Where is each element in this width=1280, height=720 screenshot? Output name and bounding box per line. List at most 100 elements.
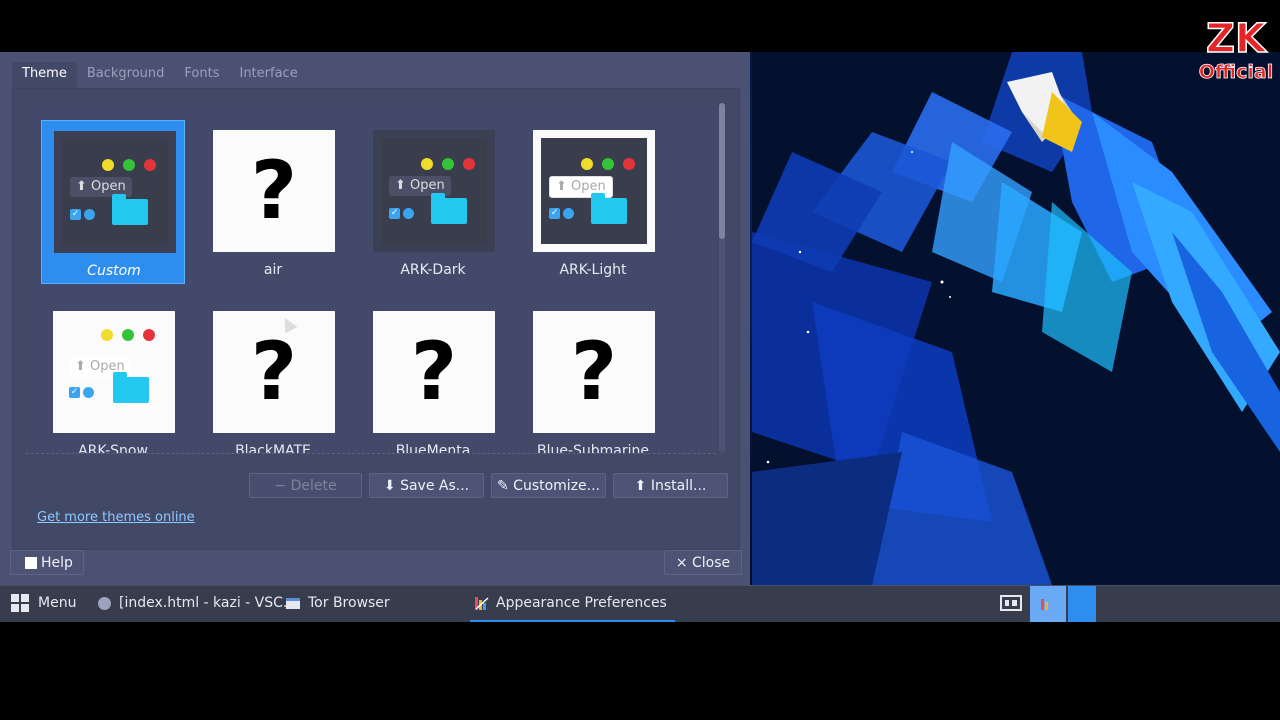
delete-button[interactable]: − Delete (249, 473, 362, 498)
unknown-preview-icon: ? (250, 325, 298, 418)
svg-text:ZK: ZK (1206, 16, 1268, 62)
close-label: Close (692, 555, 731, 571)
tab-background[interactable]: Background (77, 62, 175, 88)
open-label: Open (410, 178, 445, 193)
theme-item-ark-light[interactable]: ⬆ Open ✓ ARK-Light (521, 120, 665, 284)
appearance-preferences-window: Theme Background Fonts Interface ⬆ Open … (0, 52, 750, 585)
help-icon (25, 557, 37, 569)
red-dot-icon (143, 329, 155, 341)
theme-preview: ? (213, 130, 335, 252)
red-dot-icon (623, 158, 635, 170)
theme-preview: ? (213, 311, 335, 433)
theme-item-blue-submarine[interactable]: ? Blue-Submarine (521, 301, 665, 454)
theme-name: air (263, 262, 283, 278)
theme-item-ark-snow[interactable]: ⬆ Open ✓ ARK-Snow (41, 301, 185, 454)
tab-theme[interactable]: Theme (12, 62, 77, 88)
theme-item-air[interactable]: ? air (201, 120, 345, 284)
save-as-label: Save As... (400, 478, 470, 494)
radio-icon (403, 208, 414, 219)
unknown-preview-icon: ? (570, 325, 618, 418)
folder-icon (431, 193, 467, 224)
appearance-icon (1041, 599, 1048, 610)
grid-menu-icon (11, 594, 29, 612)
install-label: Install... (650, 478, 707, 494)
download-icon: ⬇ (383, 478, 396, 494)
taskbar-item-appearance-preferences[interactable]: Appearance Preferences (470, 586, 675, 622)
folder-icon (112, 194, 148, 225)
open-label: Open (91, 179, 126, 194)
scrollbar-thumb[interactable] (719, 103, 725, 239)
taskbar-item-vscode[interactable]: [index.html - kazi - VSC... (98, 586, 296, 622)
theme-name: ARK-Dark (400, 262, 466, 278)
checkbox-icon: ✓ (70, 209, 81, 220)
close-button[interactable]: × Close (664, 550, 742, 575)
tray-workspace-2[interactable] (1068, 586, 1096, 622)
theme-item-blackmate[interactable]: ? BlackMATE (201, 301, 345, 454)
folder-icon (113, 372, 149, 403)
vscode-icon (98, 596, 111, 610)
taskbar-item-label: [index.html - kazi - VSC... (119, 595, 297, 611)
window-icon (286, 597, 300, 609)
upload-icon: ⬆ (634, 478, 647, 494)
tab-interface[interactable]: Interface (229, 62, 307, 88)
taskbar-item-label: Tor Browser (308, 595, 390, 611)
theme-name: Blue-Submarine (536, 443, 650, 454)
tray-network-icon[interactable] (1000, 586, 1026, 622)
yellow-dot-icon (421, 158, 433, 170)
theme-preview: ? (533, 311, 655, 433)
theme-item-custom[interactable]: ⬆ Open ✓ Custom (41, 120, 185, 284)
radio-icon (84, 209, 95, 220)
green-dot-icon (123, 159, 135, 171)
theme-list-scrollbar[interactable] (719, 103, 725, 453)
unknown-preview-icon: ? (410, 325, 458, 418)
brush-icon: ✎ (496, 478, 509, 494)
get-more-themes-link[interactable]: Get more themes online (37, 510, 195, 525)
green-dot-icon (602, 158, 614, 170)
menu-label: Menu (38, 595, 77, 611)
customize-button[interactable]: ✎ Customize... (491, 473, 606, 498)
red-dot-icon (463, 158, 475, 170)
theme-item-ark-dark[interactable]: ⬆ Open ✓ ARK-Dark (361, 120, 505, 284)
tab-bar: Theme Background Fonts Interface (12, 62, 308, 88)
yellow-dot-icon (102, 159, 114, 171)
theme-name: BlackMATE (235, 443, 311, 454)
help-button[interactable]: Help (10, 550, 84, 575)
green-dot-icon (122, 329, 134, 341)
unknown-preview-icon: ? (250, 144, 298, 237)
customize-label: Customize... (513, 478, 601, 494)
theme-name: ARK-Light (559, 262, 627, 278)
radio-icon (83, 387, 94, 398)
menu-button[interactable]: Menu (10, 586, 76, 622)
taskbar-item-tor-browser[interactable]: Tor Browser (286, 586, 390, 622)
folder-icon (591, 193, 627, 224)
theme-preview: ⬆ Open ✓ (53, 311, 175, 433)
close-icon: × (675, 555, 688, 571)
red-dot-icon (144, 159, 156, 171)
theme-panel: ⬆ Open ✓ Custom ? air ⬆ Open ✓ ARK-Dark … (12, 88, 740, 550)
theme-name: BlueMenta (395, 443, 471, 454)
taskbar-item-label: Appearance Preferences (496, 595, 667, 611)
zk-official-logo: ZK Official (1192, 14, 1280, 84)
theme-preview: ⬆ Open ✓ (54, 131, 176, 253)
theme-preview: ? (373, 311, 495, 433)
parrot-wallpaper (752, 52, 1280, 585)
tray-workspace-1[interactable] (1030, 586, 1066, 622)
theme-name: Custom (87, 263, 141, 279)
tab-fonts[interactable]: Fonts (174, 62, 229, 88)
open-label: Open (571, 179, 606, 194)
checkbox-icon: ✓ (549, 208, 560, 219)
checkbox-icon: ✓ (69, 387, 80, 398)
theme-preview: ⬆ Open ✓ (373, 130, 495, 252)
taskbar: Menu [index.html - kazi - VSC... Tor Bro… (0, 585, 1280, 622)
radio-icon (563, 208, 574, 219)
install-button[interactable]: ⬆ Install... (613, 473, 728, 498)
theme-item-bluementa[interactable]: ? BlueMenta (361, 301, 505, 454)
theme-preview: ⬆ Open ✓ (533, 130, 655, 252)
theme-grid: ⬆ Open ✓ Custom ? air ⬆ Open ✓ ARK-Dark … (26, 101, 716, 454)
green-dot-icon (442, 158, 454, 170)
save-as-button[interactable]: ⬇ Save As... (369, 473, 484, 498)
yellow-dot-icon (581, 158, 593, 170)
theme-name: ARK-Snow (78, 443, 148, 454)
svg-text:Official: Official (1199, 61, 1273, 83)
yellow-dot-icon (101, 329, 113, 341)
